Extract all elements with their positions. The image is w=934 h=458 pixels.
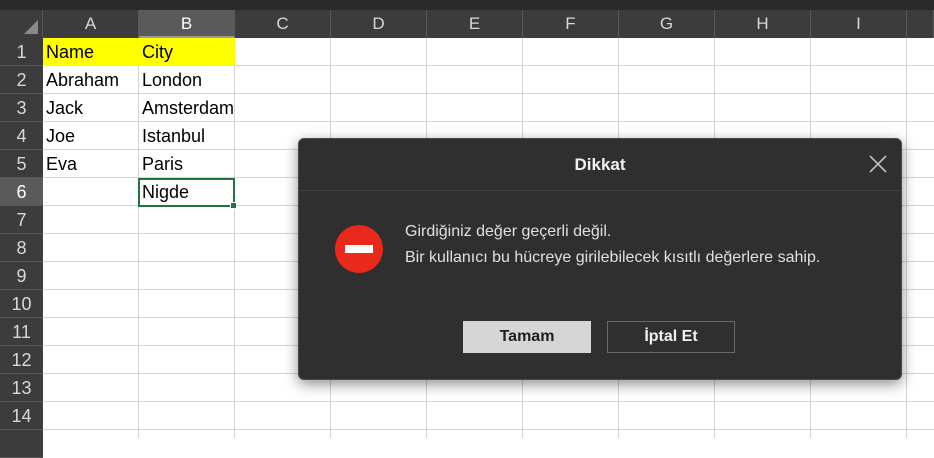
column-header-h[interactable]: H bbox=[715, 10, 811, 38]
row-header-6[interactable]: 6 bbox=[0, 178, 43, 206]
cell-a1[interactable]: Name bbox=[43, 38, 139, 66]
column-header-g[interactable]: G bbox=[619, 10, 715, 38]
row-header-13[interactable]: 13 bbox=[0, 374, 43, 402]
row-header-2[interactable]: 2 bbox=[0, 66, 43, 94]
cell-b1[interactable]: City bbox=[139, 38, 235, 66]
row-header-9[interactable]: 9 bbox=[0, 262, 43, 290]
ribbon-edge bbox=[0, 0, 934, 10]
active-cell-cursor[interactable] bbox=[138, 178, 237, 209]
cell-a4[interactable]: Joe bbox=[43, 122, 75, 150]
cell-b2[interactable]: London bbox=[139, 66, 202, 94]
fill-handle[interactable] bbox=[230, 202, 237, 209]
column-header-i[interactable]: I bbox=[811, 10, 907, 38]
ok-button[interactable]: Tamam bbox=[463, 321, 591, 353]
validation-error-dialog: Dikkat Girdiğiniz değer geçerli değil. B… bbox=[298, 138, 902, 380]
row-header-12[interactable]: 12 bbox=[0, 346, 43, 374]
dialog-title: Dikkat bbox=[574, 155, 626, 174]
cancel-button[interactable]: İptal Et bbox=[607, 321, 735, 353]
dialog-divider bbox=[299, 190, 901, 191]
column-header-c[interactable]: C bbox=[235, 10, 331, 38]
cell-b4[interactable]: Istanbul bbox=[139, 122, 205, 150]
row-header-10[interactable]: 10 bbox=[0, 290, 43, 318]
column-header-e[interactable]: E bbox=[427, 10, 523, 38]
row-header-14[interactable]: 14 bbox=[0, 402, 43, 430]
cell-a5[interactable]: Eva bbox=[43, 150, 77, 178]
row-header-5[interactable]: 5 bbox=[0, 150, 43, 178]
close-icon[interactable] bbox=[867, 153, 889, 175]
select-all-button[interactable] bbox=[0, 10, 43, 38]
row-header-1[interactable]: 1 bbox=[0, 38, 43, 66]
cell-b3[interactable]: Amsterdam bbox=[139, 94, 234, 122]
row-header-15[interactable] bbox=[0, 430, 43, 458]
column-header-f[interactable]: F bbox=[523, 10, 619, 38]
dialog-message-line2: Bir kullanıcı bu hücreye girilebilecek k… bbox=[405, 249, 821, 266]
row-header-4[interactable]: 4 bbox=[0, 122, 43, 150]
cell-a2[interactable]: Abraham bbox=[43, 66, 119, 94]
row-header-3[interactable]: 3 bbox=[0, 94, 43, 122]
cell-b5[interactable]: Paris bbox=[139, 150, 183, 178]
row-header-7[interactable]: 7 bbox=[0, 206, 43, 234]
dialog-message-line1: Girdiğiniz değer geçerli değil. bbox=[405, 223, 612, 240]
column-header-a[interactable]: A bbox=[43, 10, 139, 38]
cell-a3[interactable]: Jack bbox=[43, 94, 83, 122]
column-header-b[interactable]: B bbox=[139, 10, 235, 38]
column-header-j[interactable] bbox=[907, 10, 934, 38]
row-header-11[interactable]: 11 bbox=[0, 318, 43, 346]
stop-icon bbox=[335, 225, 383, 273]
column-header-d[interactable]: D bbox=[331, 10, 427, 38]
row-header-8[interactable]: 8 bbox=[0, 234, 43, 262]
